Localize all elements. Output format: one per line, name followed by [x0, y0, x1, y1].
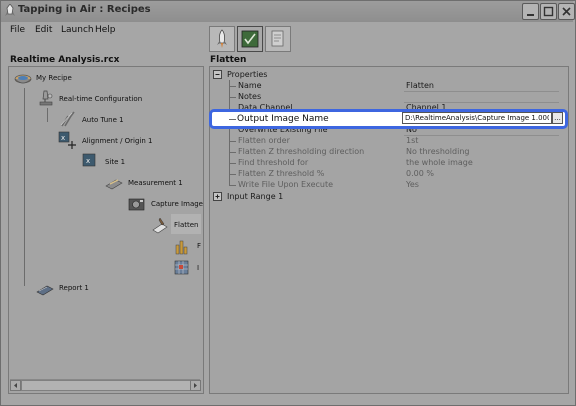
tree-item-my-recipe[interactable]: My Recipe: [36, 74, 72, 82]
bowl-icon: [13, 70, 33, 88]
tree-item-measurement[interactable]: Measurement 1: [128, 179, 183, 187]
svg-text:x: x: [61, 134, 65, 142]
document-icon: [271, 30, 284, 47]
property-value-z-thresholding-direction: No thresholding: [406, 147, 470, 156]
plus-icon: [215, 194, 220, 199]
maximize-button[interactable]: [540, 3, 557, 20]
tree-connector: [24, 88, 25, 286]
browse-button[interactable]: ...: [552, 112, 563, 124]
chart-check-icon: [241, 30, 259, 48]
tree-item-report[interactable]: Report 1: [59, 284, 89, 292]
document-button[interactable]: [265, 26, 291, 52]
maximize-icon: [543, 6, 554, 17]
property-label-output-image-name: Output Image Name: [237, 114, 329, 124]
property-value-z-threshold-percent: 0.00 %: [406, 169, 434, 178]
close-button[interactable]: [558, 3, 575, 20]
tree-item-auto-tune[interactable]: Auto Tune 1: [82, 116, 124, 124]
results-button[interactable]: [237, 26, 263, 52]
property-label-write-file-upon-execute: Write File Upon Execute: [238, 180, 334, 189]
scroll-left-button[interactable]: [10, 380, 21, 391]
property-label-name: Name: [238, 81, 262, 90]
microscope-icon: [36, 89, 56, 107]
property-branch: [229, 163, 236, 164]
collapse-properties-toggle[interactable]: [213, 70, 222, 79]
property-value-flatten-order: 1st: [406, 136, 419, 145]
menu-help[interactable]: Help: [95, 25, 116, 35]
menu-launch[interactable]: Launch: [61, 25, 94, 35]
input-range-group-label: Input Range 1: [227, 192, 284, 201]
window-title: Tapping in Air : Recipes: [18, 4, 151, 15]
property-branch: [229, 141, 236, 142]
property-tree-connector: [229, 80, 230, 185]
tree-item-f[interactable]: F: [197, 242, 201, 250]
app-icon: [5, 3, 16, 17]
report-icon: [35, 279, 55, 297]
crosshair-icon: x: [58, 131, 78, 149]
selected-node-title: Flatten: [210, 55, 247, 65]
arrow-right-icon: [194, 383, 197, 388]
property-label-notes: Notes: [238, 92, 262, 101]
arrow-left-icon: [14, 383, 17, 388]
tree-item-site[interactable]: Site 1: [105, 158, 125, 166]
close-icon: [562, 7, 571, 16]
launch-button[interactable]: [209, 26, 235, 52]
properties-group-label: Properties: [227, 70, 268, 79]
tree-item-realtime-configuration[interactable]: Real-time Configuration: [59, 95, 142, 103]
recipe-file-title: Realtime Analysis.rcx: [10, 55, 120, 65]
property-branch: [229, 152, 236, 153]
minus-icon: [215, 74, 220, 75]
flatten-icon: [150, 216, 170, 234]
measurement-icon: [104, 174, 124, 192]
scroll-right-button[interactable]: [190, 380, 201, 391]
tree-item-alignment-origin[interactable]: Alignment / Origin 1: [82, 137, 153, 145]
site-icon: x: [81, 152, 101, 170]
property-branch: [229, 185, 236, 186]
property-value-find-threshold-for: the whole image: [406, 158, 473, 167]
property-label-z-thresholding-direction: Flatten Z thresholding direction: [238, 147, 365, 156]
property-value-name[interactable]: Flatten: [406, 81, 434, 90]
property-branch: [229, 86, 236, 87]
property-branch: [229, 119, 236, 120]
output-image-name-input[interactable]: [402, 112, 552, 124]
property-value-cell: [404, 92, 559, 103]
tree-item-i[interactable]: I: [197, 264, 199, 272]
property-branch: [229, 97, 236, 98]
tuning-fork-icon: [58, 110, 78, 128]
property-label-z-threshold-percent: Flatten Z threshold %: [238, 169, 325, 178]
tree-item-flatten[interactable]: Flatten: [174, 221, 199, 229]
camera-icon: [127, 195, 147, 213]
tree-item-capture-image[interactable]: Capture Image: [151, 200, 203, 208]
property-label-flatten-order: Flatten order: [238, 136, 290, 145]
svg-text:x: x: [86, 157, 90, 165]
rocket-icon: [217, 29, 227, 48]
menu-file[interactable]: File: [10, 25, 25, 35]
property-value-write-file-upon-execute: Yes: [406, 180, 419, 189]
property-label-find-threshold-for: Find threshold for: [238, 158, 309, 167]
bar-chart-icon: [173, 237, 193, 255]
minimize-icon: [527, 14, 534, 16]
expand-input-range-toggle[interactable]: [213, 192, 222, 201]
minimize-button[interactable]: [522, 3, 539, 20]
menu-edit[interactable]: Edit: [35, 25, 52, 35]
property-branch: [229, 174, 236, 175]
tree-connector: [47, 108, 48, 122]
grid-icon: [173, 258, 193, 276]
scrollbar-thumb[interactable]: [21, 380, 191, 391]
